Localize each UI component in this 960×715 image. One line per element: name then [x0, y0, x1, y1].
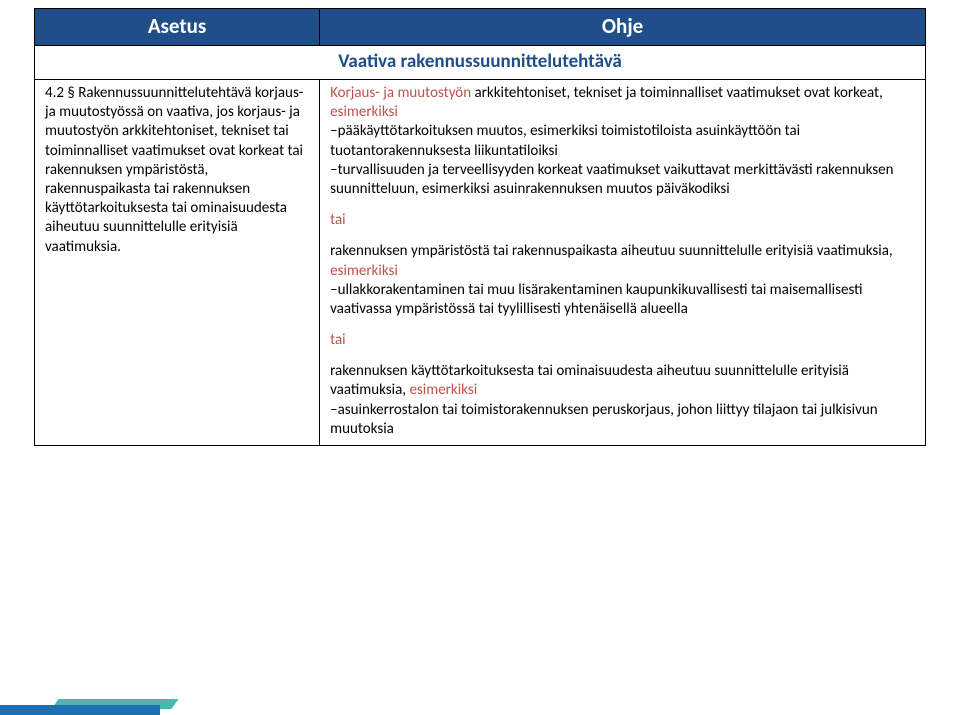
- content-row: 4.2 § Rakennussuunnittelutehtävä korjaus…: [35, 80, 926, 446]
- footer-blue-shape: [0, 705, 160, 715]
- intro-rest: arkkitehtoniset, tekniset ja toiminnalli…: [471, 84, 883, 102]
- header-right: Ohje: [320, 9, 926, 46]
- intro-highlight: Korjaus- ja muutostyön: [330, 84, 471, 102]
- intro-esim: esimerkiksi: [330, 103, 398, 121]
- tai-separator-1: tai: [330, 211, 915, 230]
- right-block-3: rakennuksen käyttötarkoituksesta tai omi…: [330, 362, 915, 439]
- right-block-1: Korjaus- ja muutostyön arkkitehtoniset, …: [330, 84, 915, 199]
- right-column-body: Korjaus- ja muutostyön arkkitehtoniset, …: [320, 80, 926, 446]
- document-page: Asetus Ohje Vaativa rakennussuunnittelut…: [0, 0, 960, 446]
- two-column-table: Asetus Ohje Vaativa rakennussuunnittelut…: [34, 8, 926, 446]
- bullet-2: –turvallisuuden ja terveellisyyden korke…: [330, 161, 915, 199]
- header-left: Asetus: [35, 9, 320, 46]
- bullet-1: –pääkäyttötarkoituksen muutos, esimerkik…: [330, 122, 915, 160]
- left-paragraph: 4.2 § Rakennussuunnittelutehtävä korjaus…: [45, 84, 303, 256]
- section-title: Vaativa rakennussuunnittelutehtävä: [35, 46, 926, 80]
- block2-bullet: –ullakkorakentaminen tai muu lisärakenta…: [330, 281, 915, 319]
- footer-accent: [0, 687, 180, 715]
- block3-bullet: –asuinkerrostalon tai toimistorakennukse…: [330, 401, 915, 439]
- block3-esim: esimerkiksi: [406, 381, 477, 399]
- block2-esim: esimerkiksi: [330, 262, 398, 280]
- header-row: Asetus Ohje: [35, 9, 926, 46]
- right-block-2: rakennuksen ympäristöstä tai rakennuspai…: [330, 242, 915, 319]
- tai-separator-2: tai: [330, 331, 915, 350]
- section-title-row: Vaativa rakennussuunnittelutehtävä: [35, 46, 926, 80]
- left-column-body: 4.2 § Rakennussuunnittelutehtävä korjaus…: [35, 80, 320, 446]
- block2-text: rakennuksen ympäristöstä tai rakennuspai…: [330, 242, 893, 260]
